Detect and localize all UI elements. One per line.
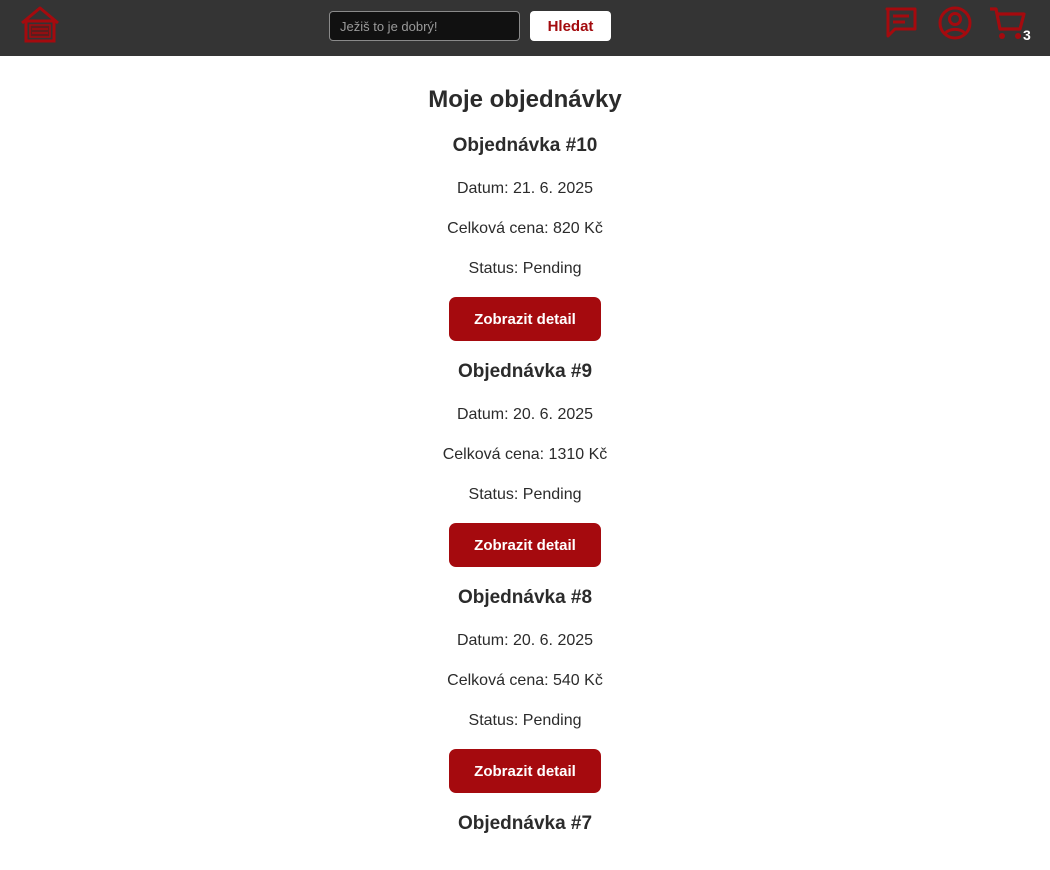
- order-total: Celková cena: 540 Kč: [447, 672, 603, 689]
- view-detail-button[interactable]: Zobrazit detail: [449, 523, 601, 567]
- order-date: Datum: 21. 6. 2025: [456, 180, 594, 197]
- top-navigation-bar: Hledat 3: [0, 0, 1050, 56]
- order-title: Objednávka #8: [457, 587, 593, 608]
- search-input[interactable]: [329, 11, 520, 41]
- view-detail-button[interactable]: Zobrazit detail: [449, 297, 601, 341]
- user-account-icon[interactable]: [937, 5, 973, 41]
- shopping-cart-icon[interactable]: [988, 5, 1026, 41]
- order-total: Celková cena: 820 Kč: [447, 220, 603, 237]
- order-title: Objednávka #10: [452, 135, 598, 156]
- orders-list: Objednávka #10 Datum: 21. 6. 2025 Celkov…: [0, 134, 1050, 836]
- order-status: Status: Pending: [468, 486, 582, 503]
- chat-icon[interactable]: [884, 6, 918, 40]
- orders-page: Moje objednávky Objednávka #10 Datum: 21…: [0, 56, 1050, 836]
- order-card: Objednávka #7: [0, 812, 1050, 836]
- order-date: Datum: 20. 6. 2025: [456, 632, 594, 649]
- search-button[interactable]: Hledat: [530, 11, 611, 41]
- order-total: Celková cena: 1310 Kč: [442, 446, 608, 463]
- cart-count-badge: 3: [1023, 27, 1031, 43]
- order-card: Objednávka #8 Datum: 20. 6. 2025 Celková…: [0, 586, 1050, 793]
- home-logo-icon[interactable]: [18, 4, 62, 44]
- view-detail-button[interactable]: Zobrazit detail: [449, 749, 601, 793]
- order-card: Objednávka #10 Datum: 21. 6. 2025 Celkov…: [0, 134, 1050, 341]
- order-card: Objednávka #9 Datum: 20. 6. 2025 Celková…: [0, 360, 1050, 567]
- page-title: Moje objednávky: [428, 86, 622, 113]
- order-status: Status: Pending: [468, 260, 582, 277]
- order-title: Objednávka #7: [457, 813, 593, 834]
- order-status: Status: Pending: [468, 712, 582, 729]
- order-title: Objednávka #9: [457, 361, 593, 382]
- order-date: Datum: 20. 6. 2025: [456, 406, 594, 423]
